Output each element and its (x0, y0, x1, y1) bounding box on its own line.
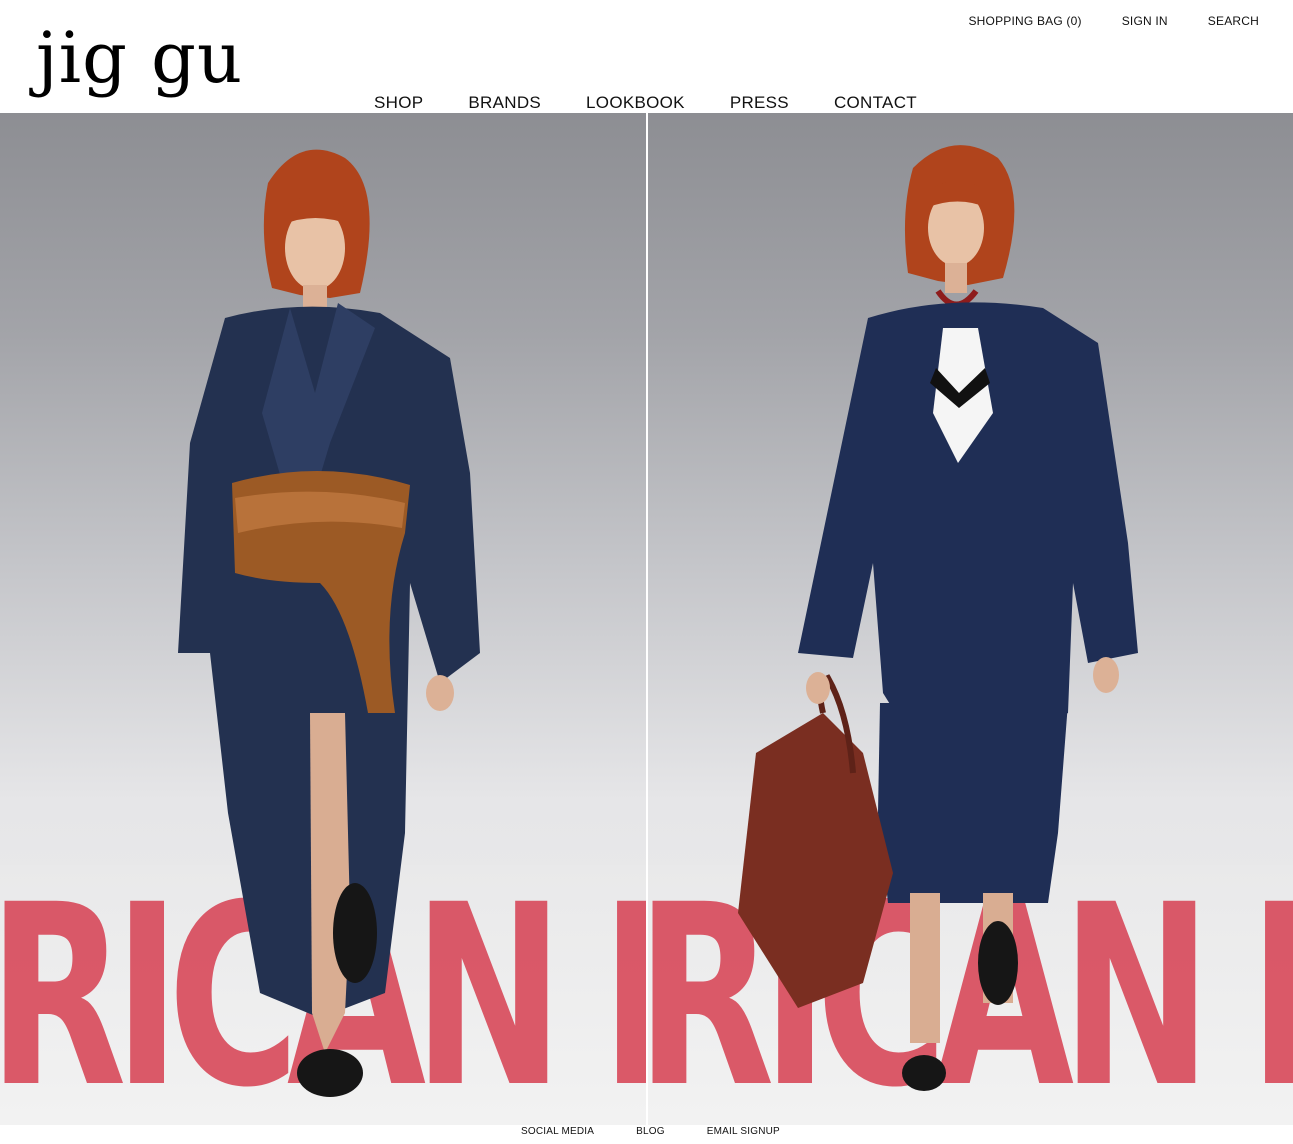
runway-model-hooded-jacket (737, 145, 1138, 1091)
lookbook-hero: RICAN DR RICAN DR (0, 113, 1293, 1125)
footer-social-media-link[interactable]: SOCIAL MEDIA (521, 1126, 594, 1137)
footer-email-signup-link[interactable]: EMAIL SIGNUP (707, 1126, 780, 1137)
search-link[interactable]: SEARCH (1208, 14, 1259, 28)
runway-model-trench-coat (178, 149, 480, 1097)
hero-image-right[interactable]: RICAN DR (647, 113, 1293, 1125)
nav-brands[interactable]: BRANDS (468, 93, 541, 113)
hero-image-left[interactable]: RICAN DR (0, 113, 646, 1125)
panel-divider (645, 113, 647, 1125)
sign-in-link[interactable]: SIGN IN (1122, 14, 1168, 28)
footer-blog-link[interactable]: BLOG (636, 1126, 665, 1137)
main-nav: SHOP BRANDS LOOKBOOK PRESS CONTACT (374, 93, 917, 113)
shopping-bag-link[interactable]: SHOPPING BAG (0) (968, 14, 1081, 28)
footer-nav: SOCIAL MEDIA BLOG EMAIL SIGNUP (521, 1126, 780, 1137)
nav-lookbook[interactable]: LOOKBOOK (586, 93, 685, 113)
nav-press[interactable]: PRESS (730, 93, 789, 113)
nav-shop[interactable]: SHOP (374, 93, 423, 113)
nav-contact[interactable]: CONTACT (834, 93, 917, 113)
site-logo[interactable]: jig gu (36, 18, 243, 98)
utility-nav: SHOPPING BAG (0) SIGN IN SEARCH (968, 14, 1259, 28)
